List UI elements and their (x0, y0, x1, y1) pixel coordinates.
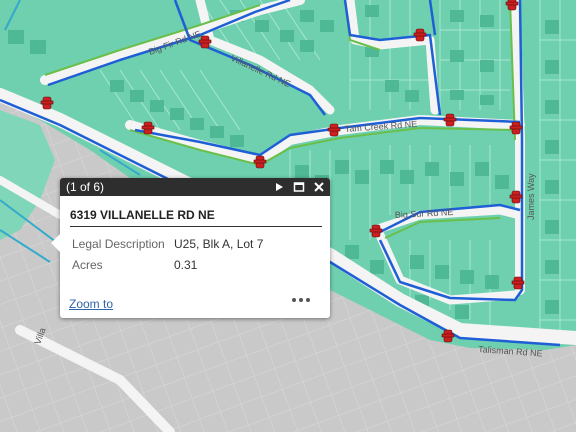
fire-hydrant-icon[interactable] (505, 0, 519, 11)
popup-divider (70, 226, 322, 227)
fire-hydrant-icon[interactable] (327, 123, 341, 137)
fire-hydrant-icon[interactable] (509, 121, 523, 135)
popup-feature-count: (1 of 6) (66, 180, 105, 194)
maximize-icon[interactable] (292, 180, 306, 194)
close-icon[interactable] (312, 180, 326, 194)
play-icon[interactable] (272, 180, 286, 194)
attr-value-acres: 0.31 (174, 258, 198, 272)
feature-popup: (1 of 6) 6319 VILLANELLE RD NE Legal Des… (51, 178, 330, 318)
fire-hydrant-icon[interactable] (511, 276, 525, 290)
fire-hydrant-icon[interactable] (198, 35, 212, 49)
fire-hydrant-icon[interactable] (369, 224, 383, 238)
fire-hydrant-icon[interactable] (509, 190, 523, 204)
fire-hydrant-icon[interactable] (443, 113, 457, 127)
fire-hydrant-icon[interactable] (253, 155, 267, 169)
popup-header: (1 of 6) (60, 178, 330, 196)
ellipsis-icon[interactable] (290, 293, 312, 307)
attr-label-acres: Acres (72, 258, 103, 272)
popup-pointer (51, 234, 60, 252)
fire-hydrant-icon[interactable] (441, 329, 455, 343)
zoom-to-link[interactable]: Zoom to (69, 297, 113, 311)
attr-label-legal-description: Legal Description (72, 237, 165, 251)
street-label-james-way: James Way (526, 173, 536, 220)
popup-title: 6319 VILLANELLE RD NE (70, 208, 215, 222)
fire-hydrant-icon[interactable] (141, 121, 155, 135)
fire-hydrant-icon[interactable] (413, 28, 427, 42)
attr-value-legal-description: U25, Blk A, Lot 7 (174, 237, 264, 251)
fire-hydrant-icon[interactable] (40, 96, 54, 110)
